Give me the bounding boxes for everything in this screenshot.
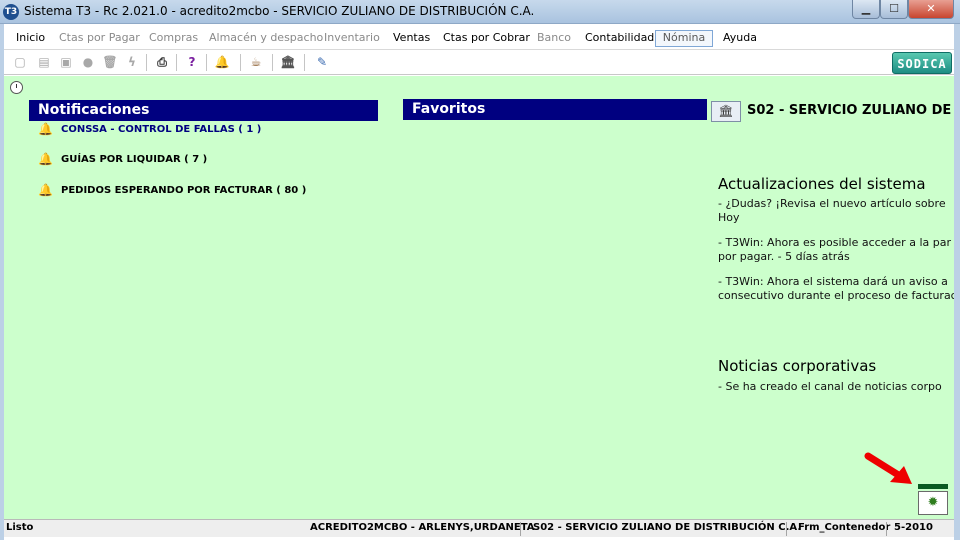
- update-line: - ¿Dudas? ¡Revisa el nuevo artículo sobr…: [718, 197, 946, 210]
- menu-item-compras[interactable]: Compras: [145, 31, 202, 48]
- toolbar-separator: [176, 54, 177, 71]
- update-item[interactable]: - T3Win: Ahora es posible acceder a la p…: [718, 236, 954, 264]
- bug-icon[interactable]: ✹: [918, 491, 948, 515]
- status-divider: [886, 522, 887, 536]
- news-line: - Se ha creado el canal de noticias corp…: [718, 380, 942, 393]
- brand-logo: SODICA: [892, 52, 952, 74]
- edit-icon[interactable]: ▤: [36, 54, 52, 70]
- toolbar-separator: [240, 54, 241, 71]
- window-frame-right: [954, 24, 960, 540]
- corporate-news-title: Noticias corporativas: [718, 357, 877, 375]
- notifications-bell-icon[interactable]: 🔔: [214, 54, 230, 70]
- minimize-icon[interactable]: ▁: [852, 0, 880, 19]
- toolbar-separator: [206, 54, 207, 71]
- update-line: por pagar. - 5 días atrás: [718, 250, 850, 263]
- update-item[interactable]: - ¿Dudas? ¡Revisa el nuevo artículo sobr…: [718, 197, 954, 225]
- status-user: ACREDITO2MCBO - ARLENYS,URDANETA: [310, 522, 535, 533]
- notification-label: GUÍAS POR LIQUIDAR ( 7 ): [61, 154, 208, 165]
- menu-item-almacen[interactable]: Almacén y despacho: [205, 31, 327, 48]
- menu-item-ayuda[interactable]: Ayuda: [719, 31, 761, 48]
- widget-bar: [918, 484, 948, 489]
- bug-report-widget[interactable]: ✹: [918, 484, 948, 516]
- main-content: Notificaciones 🔔 CONSSA - CONTROL DE FAL…: [4, 76, 954, 519]
- maximize-icon[interactable]: ☐: [880, 0, 908, 19]
- menu-item-banco[interactable]: Banco: [533, 31, 575, 48]
- bell-icon: 🔔: [38, 152, 53, 166]
- bank-icon[interactable]: 🏛: [280, 54, 296, 70]
- menu-bar: Inicio Ctas por Pagar Compras Almacén y …: [4, 29, 954, 50]
- update-line: consecutivo durante el proceso de factur…: [718, 289, 954, 302]
- bank-icon[interactable]: 🏛: [711, 101, 741, 122]
- status-form: Frm_Contenedor: [798, 522, 891, 533]
- help-icon[interactable]: ?: [184, 54, 200, 70]
- notification-label: PEDIDOS ESPERANDO POR FACTURAR ( 80 ): [61, 185, 307, 196]
- toolbar-separator: [272, 54, 273, 71]
- print-icon[interactable]: ⎙: [154, 54, 170, 70]
- status-text: Listo: [6, 522, 34, 533]
- status-bar: Listo ACREDITO2MCBO - ARLENYS,URDANETA S…: [4, 519, 954, 537]
- window-title: Sistema T3 - Rc 2.021.0 - acredito2mcbo …: [24, 4, 535, 18]
- coffee-icon[interactable]: ☕: [248, 54, 264, 70]
- news-item[interactable]: - Se ha creado el canal de noticias corp…: [718, 380, 954, 394]
- flash-icon[interactable]: ϟ: [124, 54, 140, 70]
- status-divider: [786, 522, 787, 536]
- menu-item-ventas[interactable]: Ventas: [389, 31, 434, 48]
- status-company: S02 - SERVICIO ZULIANO DE DISTRIBUCIÓN C…: [533, 522, 802, 533]
- menu-item-inicio[interactable]: Inicio: [12, 31, 49, 48]
- update-line: Hoy: [718, 211, 740, 224]
- menu-item-ctas-por-pagar[interactable]: Ctas por Pagar: [55, 31, 144, 48]
- system-updates-title: Actualizaciones del sistema: [718, 175, 926, 193]
- clock-icon[interactable]: [10, 81, 23, 94]
- tools-icon[interactable]: ✎: [314, 54, 330, 70]
- bell-icon: 🔔: [38, 183, 53, 197]
- update-item[interactable]: - T3Win: Ahora el sistema dará un aviso …: [718, 275, 954, 303]
- update-line: - T3Win: Ahora el sistema dará un aviso …: [718, 275, 948, 288]
- red-arrow-icon: [864, 452, 912, 484]
- close-icon[interactable]: ✕: [908, 0, 954, 19]
- toolbar-separator: [146, 54, 147, 71]
- delete-icon[interactable]: 🗑: [102, 54, 118, 70]
- menu-item-nomina[interactable]: Nómina: [655, 30, 713, 47]
- menu-item-contabilidad[interactable]: Contabilidad: [581, 31, 658, 48]
- update-line: - T3Win: Ahora es posible acceder a la p…: [718, 236, 951, 249]
- favorites-header: Favoritos: [403, 99, 707, 120]
- record-icon[interactable]: ●: [80, 54, 96, 70]
- bell-icon: 🔔: [38, 122, 53, 136]
- status-period: 5-2010: [894, 522, 933, 533]
- toolbar: ▢ ▤ ▣ ● 🗑 ϟ ⎙ ? 🔔 ☕ 🏛 ✎ SODICA: [4, 51, 954, 75]
- toolbar-separator: [304, 54, 305, 71]
- app-icon: T3: [3, 4, 19, 20]
- menu-item-ctas-por-cobrar[interactable]: Ctas por Cobrar: [439, 31, 534, 48]
- save-icon[interactable]: ▣: [58, 54, 74, 70]
- window-title-bar[interactable]: T3 Sistema T3 - Rc 2.021.0 - acredito2mc…: [0, 0, 960, 24]
- notifications-header: Notificaciones: [29, 100, 378, 121]
- menu-item-inventario[interactable]: Inventario: [320, 31, 384, 48]
- new-icon[interactable]: ▢: [12, 54, 28, 70]
- notification-label: CONSSA - CONTROL DE FALLAS ( 1 ): [61, 124, 262, 135]
- company-title: S02 - SERVICIO ZULIANO DE: [747, 103, 952, 118]
- status-divider: [520, 522, 521, 536]
